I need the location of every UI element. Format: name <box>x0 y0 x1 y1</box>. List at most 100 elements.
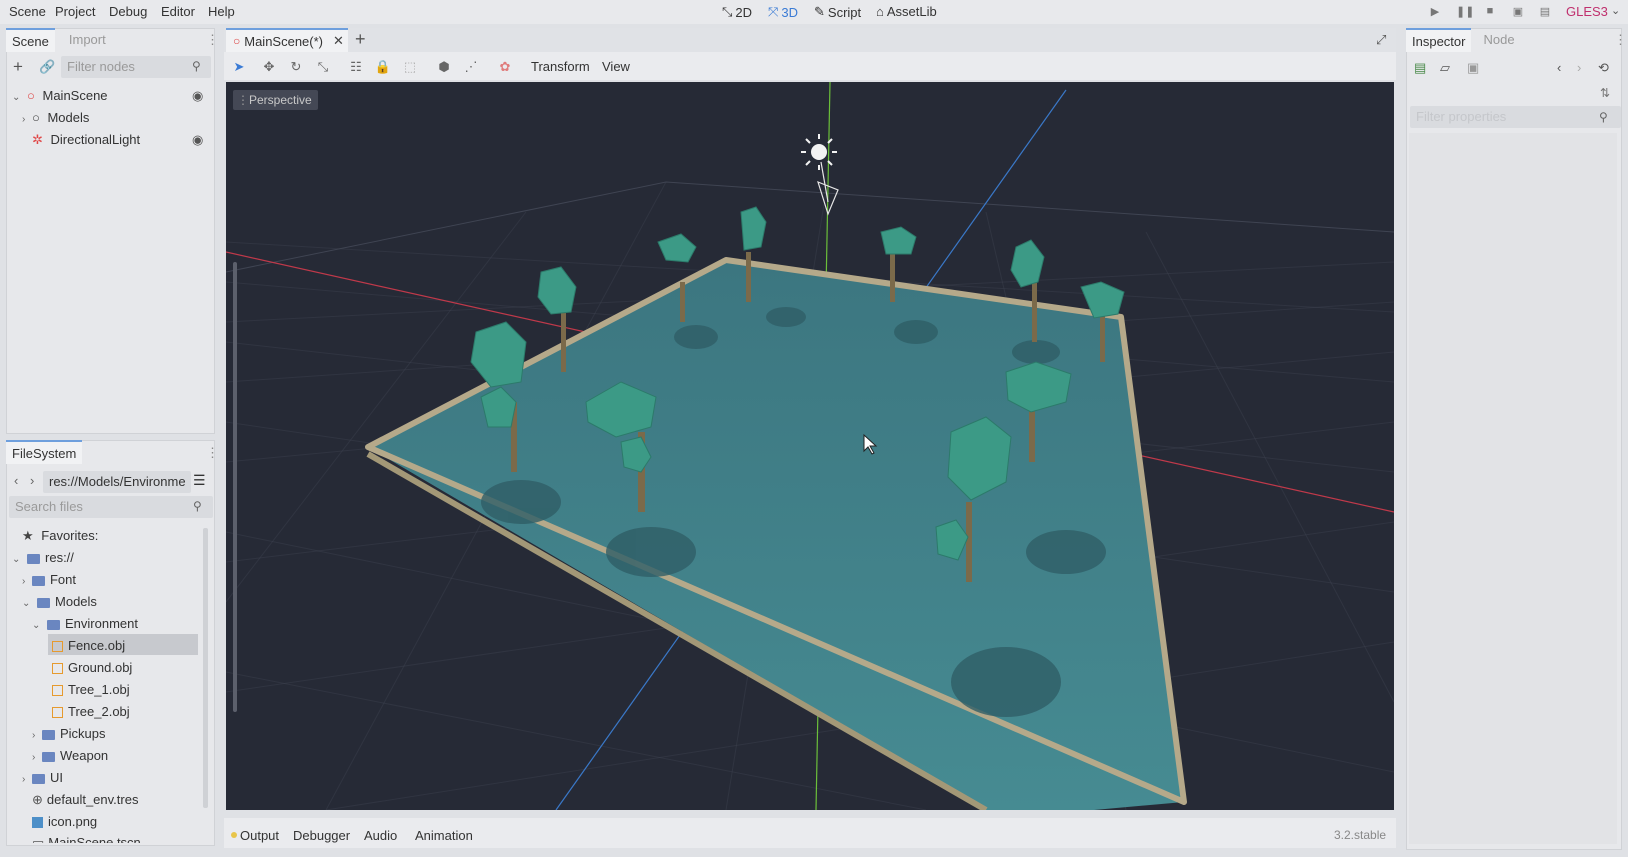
spatial-node-icon: ○ <box>31 110 40 125</box>
local-space-icon[interactable]: ⬢ <box>435 58 453 76</box>
favorites-item[interactable]: ★ Favorites: <box>22 525 98 547</box>
add-node-icon[interactable]: + <box>13 57 23 77</box>
back-icon[interactable]: ‹ <box>14 473 18 488</box>
tab-node[interactable]: Node <box>1477 28 1520 52</box>
folder-models[interactable]: ⌄ Models <box>22 591 97 613</box>
tab-mainscene-label: MainScene(*) <box>244 33 324 49</box>
search-icon: ⚲ <box>193 499 202 513</box>
3d-viewport[interactable]: ⋮Perspective <box>226 82 1394 810</box>
close-icon[interactable]: ✕ <box>333 33 344 49</box>
folder-ui[interactable]: › UI <box>22 767 63 789</box>
group-icon[interactable]: ⬚ <box>401 58 419 76</box>
new-resource-icon[interactable]: ▤ <box>1414 60 1426 76</box>
mode-3d-button[interactable]: ⤧ 3D <box>768 4 798 20</box>
scene-dock-tabs: Scene Import <box>6 28 112 52</box>
dock-menu-icon[interactable]: ⋮ <box>1614 32 1627 48</box>
scale-tool-icon[interactable]: ⤡ <box>314 58 332 76</box>
folder-icon <box>27 553 41 564</box>
tree-node-directionallight[interactable]: ✲ DirectionalLight <box>32 129 140 151</box>
menu-scene[interactable]: Scene <box>9 4 46 19</box>
visibility-eye-icon[interactable]: ◉ <box>192 88 203 104</box>
tab-audio[interactable]: Audio <box>364 828 397 843</box>
lock-icon[interactable]: 🔒 <box>374 58 392 76</box>
tab-import[interactable]: Import <box>63 28 112 52</box>
history-forward-icon[interactable]: › <box>1577 60 1581 75</box>
tab-scene[interactable]: Scene <box>6 28 55 52</box>
forward-icon[interactable]: › <box>30 473 34 488</box>
folder-res[interactable]: ⌄ res:// <box>12 547 74 569</box>
dock-menu-icon[interactable]: ⋮ <box>206 32 219 48</box>
open-folder-icon[interactable]: ▱ <box>1440 60 1450 76</box>
file-mainscene-tscn[interactable]: ▭ MainScene.tscn <box>32 834 141 843</box>
mesh-file-icon <box>52 685 63 697</box>
menu-editor[interactable]: Editor <box>161 4 195 19</box>
list-select-icon[interactable]: ☷ <box>347 58 365 76</box>
chevron-down-icon[interactable]: ⌄ <box>1611 4 1620 17</box>
move-tool-icon[interactable]: ✥ <box>260 58 278 76</box>
instance-scene-icon[interactable]: 🔗 <box>39 59 55 75</box>
folder-label: Font <box>49 572 76 587</box>
folder-weapon[interactable]: › Weapon <box>32 745 108 767</box>
file-default-env[interactable]: ⊕ default_env.tres <box>32 789 138 811</box>
file-label: default_env.tres <box>46 792 139 807</box>
filter-properties-input[interactable]: Filter properties <box>1410 106 1621 128</box>
search-icon: ⚲ <box>1599 110 1608 124</box>
menu-project[interactable]: Project <box>55 4 95 19</box>
mode-3d-label: 3D <box>781 4 799 20</box>
mode-script-button[interactable]: ✎ Script <box>814 4 861 20</box>
file-icon-png[interactable]: icon.png <box>32 811 97 833</box>
scrollbar[interactable] <box>203 528 208 808</box>
search-files-input[interactable]: Search files <box>9 496 213 518</box>
folder-font[interactable]: › Font <box>22 569 76 591</box>
save-icon[interactable]: ▣ <box>1467 60 1479 76</box>
fov-slider[interactable] <box>233 262 237 712</box>
tree-node-mainscene[interactable]: ⌄ ○ MainScene <box>12 85 108 107</box>
menu-transform[interactable]: Transform <box>531 59 590 74</box>
play-scene-icon[interactable]: ▣ <box>1511 5 1525 19</box>
filter-nodes-input[interactable]: Filter nodes <box>61 56 211 78</box>
chevron-down-icon: ⌄ <box>12 554 21 565</box>
add-tab-icon[interactable]: + <box>355 29 366 50</box>
spatial-node-icon: ○ <box>27 88 35 103</box>
output-notification-dot <box>231 832 237 838</box>
renderer-selector[interactable]: GLES3 <box>1566 4 1608 19</box>
folder-environment[interactable]: ⌄ Environment <box>32 613 138 635</box>
file-ground-obj[interactable]: Ground.obj <box>52 657 132 679</box>
scene-render <box>226 82 1394 810</box>
tab-debugger[interactable]: Debugger <box>293 828 350 843</box>
menu-view[interactable]: View <box>602 59 630 74</box>
fullscreen-icon[interactable]: ⤢ <box>1376 32 1386 48</box>
file-tree2-obj[interactable]: Tree_2.obj <box>52 701 130 723</box>
tab-output[interactable]: Output <box>240 828 279 843</box>
tree-node-models[interactable]: › ○ Models <box>22 107 89 129</box>
mode-2d-button[interactable]: ⤡ 2D <box>722 4 752 20</box>
pause-icon[interactable]: ❚❚ <box>1456 5 1474 19</box>
camera-preview-icon[interactable]: ✿ <box>496 58 514 76</box>
folder-pickups[interactable]: › Pickups <box>32 723 106 745</box>
history-back-icon[interactable]: ‹ <box>1557 60 1561 75</box>
tab-animation[interactable]: Animation <box>415 828 473 843</box>
history-icon[interactable]: ⟲ <box>1598 60 1609 76</box>
play-custom-scene-icon[interactable]: ▤ <box>1538 5 1552 19</box>
menu-debug[interactable]: Debug <box>109 4 147 19</box>
star-icon: ★ <box>22 528 34 543</box>
sort-icon[interactable]: ⇅ <box>1600 86 1610 100</box>
dock-menu-icon[interactable]: ⋮ <box>206 445 219 461</box>
stop-icon[interactable]: ■ <box>1483 5 1497 19</box>
rotate-tool-icon[interactable]: ↻ <box>287 58 305 76</box>
tab-mainscene[interactable]: ○ MainScene(*) ✕ <box>226 28 348 52</box>
select-tool-icon[interactable]: ➤ <box>230 58 248 76</box>
file-label: Ground.obj <box>68 660 133 675</box>
tab-inspector[interactable]: Inspector <box>1406 28 1472 52</box>
visibility-eye-icon[interactable]: ◉ <box>192 132 203 148</box>
menu-help[interactable]: Help <box>208 4 235 19</box>
snap-icon[interactable]: ⋰ <box>462 58 480 76</box>
file-fence-obj[interactable]: Fence.obj <box>52 635 125 657</box>
file-tree1-obj[interactable]: Tree_1.obj <box>52 679 130 701</box>
mode-assetlib-button[interactable]: ⌂ AssetLib <box>876 4 937 19</box>
play-icon[interactable]: ▶ <box>1428 5 1442 19</box>
tab-filesystem[interactable]: FileSystem <box>6 440 83 464</box>
list-view-icon[interactable]: ☰ <box>193 472 206 489</box>
path-field[interactable]: res://Models/Environme <box>43 471 191 493</box>
perspective-menu[interactable]: ⋮Perspective <box>233 90 318 110</box>
